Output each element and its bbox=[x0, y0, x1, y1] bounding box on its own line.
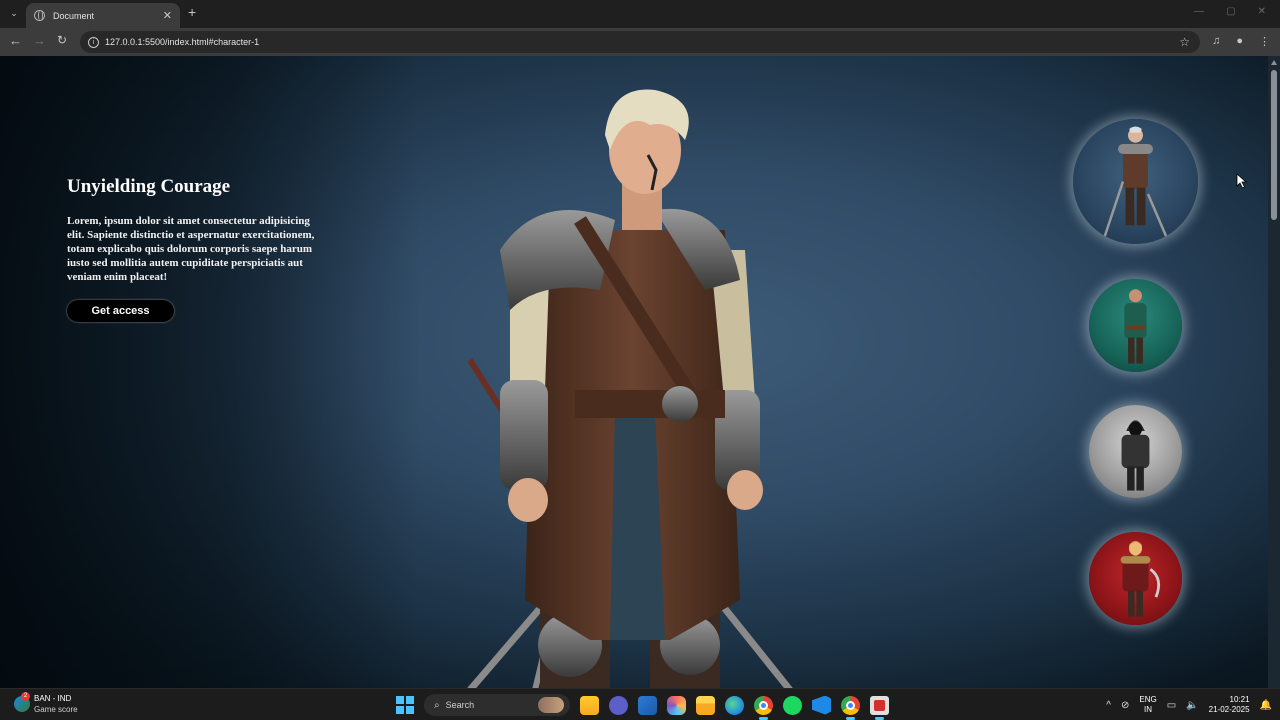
windows-taskbar: BAN - IND Game score ⌕ Search ^ ⊘ ENG IN… bbox=[0, 688, 1280, 720]
microsoft-store-icon[interactable] bbox=[638, 695, 657, 715]
bald-green-warrior-icon bbox=[1124, 289, 1147, 364]
search-highlight-icon bbox=[538, 697, 564, 713]
character-thumb-4[interactable] bbox=[1089, 532, 1182, 625]
clock-date: 21-02-2025 bbox=[1208, 705, 1250, 714]
menu-kebab-icon[interactable]: ⋮ bbox=[1259, 35, 1270, 48]
task-view-icon[interactable] bbox=[580, 695, 599, 715]
search-icon: ⌕ bbox=[434, 699, 440, 711]
browser-tab-bar: ⌄ Document ✕ + — ▢ ✕ bbox=[0, 0, 1280, 28]
system-tray: ^ ⊘ ENG IN ▭ 🔈 10:21 21-02-2025 🔔 bbox=[1106, 695, 1272, 715]
hooded-assassin-icon bbox=[1121, 420, 1150, 491]
globe-icon bbox=[34, 10, 45, 21]
back-icon[interactable]: ← bbox=[9, 33, 22, 48]
taskbar-search[interactable]: ⌕ Search bbox=[424, 694, 570, 716]
hero-character-image bbox=[467, 89, 793, 688]
display-icon[interactable]: ▭ bbox=[1167, 700, 1176, 711]
media-controls-icon[interactable]: ♫ bbox=[1212, 35, 1220, 48]
get-access-button[interactable]: Get access bbox=[67, 300, 174, 322]
character-thumb-2[interactable] bbox=[1089, 279, 1182, 372]
widget-subtitle: Game score bbox=[34, 705, 78, 714]
spotify-icon[interactable] bbox=[783, 695, 802, 715]
character-thumb-3[interactable] bbox=[1089, 405, 1182, 498]
windows-start-icon[interactable] bbox=[396, 696, 414, 714]
network-off-icon[interactable]: ⊘ bbox=[1121, 700, 1129, 711]
clock[interactable]: 10:21 21-02-2025 bbox=[1209, 695, 1250, 715]
search-label: Search bbox=[445, 700, 475, 710]
scroll-up-icon[interactable] bbox=[1271, 60, 1277, 65]
lang-region: IN bbox=[1144, 705, 1153, 714]
browser-tab[interactable]: Document ✕ bbox=[26, 3, 180, 28]
url-text: 127.0.0.1:5500/index.html#character-1 bbox=[105, 37, 260, 47]
chrome-profile-icon[interactable] bbox=[841, 695, 860, 720]
chrome-icon[interactable] bbox=[754, 695, 773, 720]
volume-icon[interactable]: 🔈 bbox=[1186, 700, 1198, 711]
site-info-icon[interactable]: i bbox=[88, 36, 99, 48]
tab-search-icon[interactable]: ⌄ bbox=[6, 5, 22, 21]
notification-bell-icon[interactable]: 🔔 bbox=[1260, 700, 1272, 711]
address-bar[interactable]: i 127.0.0.1:5500/index.html#character-1 … bbox=[80, 31, 1200, 53]
close-window-icon[interactable]: ✕ bbox=[1258, 6, 1266, 17]
page-scrollbar[interactable] bbox=[1268, 56, 1280, 688]
copilot-icon[interactable] bbox=[667, 695, 686, 715]
vscode-icon[interactable] bbox=[812, 695, 831, 715]
red-barbarian-icon bbox=[1120, 540, 1161, 617]
browser-toolbar: ← → ↻ i 127.0.0.1:5500/index.html#charac… bbox=[0, 28, 1280, 56]
tab-title: Document bbox=[53, 10, 95, 21]
clock-time: 10:21 bbox=[1229, 695, 1250, 704]
close-tab-icon[interactable]: ✕ bbox=[163, 9, 172, 22]
widget-title: BAN - IND bbox=[34, 694, 72, 703]
mouse-cursor-icon bbox=[1236, 173, 1248, 189]
maximize-icon[interactable]: ▢ bbox=[1226, 6, 1235, 17]
toolbar-actions: ♫ ● ⋮ bbox=[1212, 35, 1270, 48]
page-viewport: Unyielding Courage Lorem, ipsum dolor si… bbox=[0, 56, 1280, 688]
meet-icon[interactable] bbox=[609, 695, 628, 715]
file-explorer-icon[interactable] bbox=[696, 695, 715, 715]
armored-warrior-icon bbox=[1103, 126, 1168, 239]
hero-text-block: Unyielding Courage Lorem, ipsum dolor si… bbox=[67, 176, 327, 322]
tray-overflow-icon[interactable]: ^ bbox=[1106, 700, 1111, 711]
snipping-tool-icon[interactable] bbox=[870, 695, 889, 720]
input-language[interactable]: ENG IN bbox=[1139, 695, 1156, 715]
bookmark-star-icon[interactable]: ☆ bbox=[1179, 35, 1190, 49]
hero-title: Unyielding Courage bbox=[67, 176, 231, 197]
new-tab-button[interactable]: + bbox=[188, 4, 196, 20]
taskbar-apps: ⌕ Search bbox=[396, 694, 889, 720]
lang-code: ENG bbox=[1139, 695, 1157, 704]
forward-icon[interactable]: → bbox=[33, 33, 46, 48]
hero-description: Lorem, ipsum dolor sit amet consectetur … bbox=[67, 215, 315, 283]
scrollbar-thumb[interactable] bbox=[1271, 70, 1277, 220]
widget-badge: 2 bbox=[21, 692, 30, 701]
character-thumb-1[interactable] bbox=[1073, 119, 1198, 244]
profile-icon[interactable]: ● bbox=[1236, 35, 1243, 48]
minimize-icon[interactable]: — bbox=[1194, 6, 1204, 17]
reload-icon[interactable]: ↻ bbox=[57, 33, 67, 47]
edge-icon[interactable] bbox=[725, 695, 744, 715]
window-controls: — ▢ ✕ bbox=[1194, 6, 1266, 17]
